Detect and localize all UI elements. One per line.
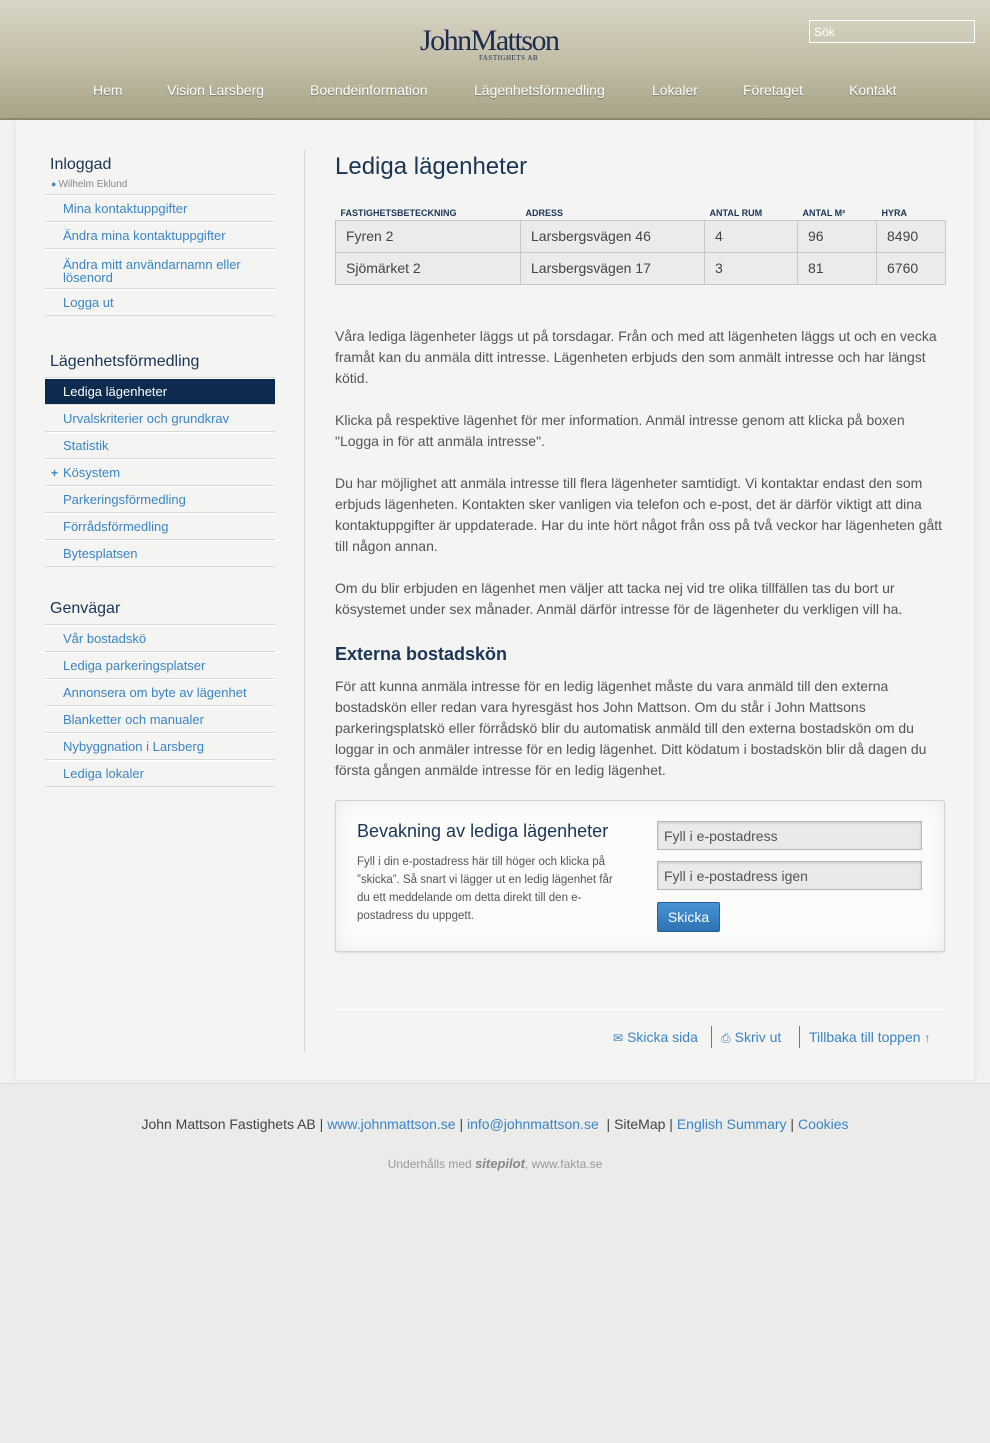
email-link[interactable]: info@johnmattson.se bbox=[467, 1116, 599, 1132]
expand-plus-icon[interactable]: + bbox=[51, 460, 58, 486]
sidebar-item-lediga-lagenheter[interactable]: Lediga lägenheter bbox=[45, 378, 275, 405]
send-page-label: Skicka sida bbox=[627, 1029, 698, 1045]
sidebar-item-urvalskriterier[interactable]: Urvalskriterier och grundkrav bbox=[45, 405, 275, 432]
sitemap-link[interactable]: SiteMap bbox=[614, 1116, 665, 1132]
website-link[interactable]: www.johnmattson.se bbox=[327, 1116, 455, 1132]
account-menu: Mina kontaktuppgifter Ändra mina kontakt… bbox=[45, 194, 275, 316]
nav-item-kontakt[interactable]: Kontakt bbox=[849, 82, 896, 98]
nav-item-lokaler[interactable]: Lokaler bbox=[652, 82, 698, 98]
sidebar-item-bytesplatsen[interactable]: Bytesplatsen bbox=[45, 540, 275, 567]
submit-button[interactable]: Skicka bbox=[657, 902, 720, 932]
print-link[interactable]: ⎙ Skriv ut bbox=[721, 1029, 781, 1046]
table-cell[interactable]: 96 bbox=[797, 219, 877, 253]
sidebar-item-kosystem[interactable]: + Kösystem bbox=[45, 459, 275, 486]
table-row[interactable]: Sjömärket 2 Larsbergsvägen 17 3 81 6760 bbox=[335, 251, 946, 285]
send-page-link[interactable]: ✉ Skicka sida bbox=[613, 1029, 698, 1045]
cookies-link[interactable]: Cookies bbox=[798, 1116, 849, 1132]
table-cell[interactable]: 81 bbox=[797, 251, 877, 285]
decline-paragraph: Om du blir erbjuden en lägenhet men välj… bbox=[335, 580, 903, 617]
back-to-top-link[interactable]: Tillbaka till toppen ↑ bbox=[809, 1029, 931, 1045]
column-header: Antal rum bbox=[709, 207, 763, 218]
table-row[interactable]: Fyren 2 Larsbergsvägen 46 4 96 8490 bbox=[335, 219, 946, 253]
envelope-icon: ✉ bbox=[613, 1031, 624, 1045]
site-footer: John Mattson Fastighets AB | www.johnmat… bbox=[0, 1083, 990, 1443]
column-header: Hyra bbox=[881, 207, 908, 218]
intro-paragraph: Våra lediga lägenheter läggs ut på torsd… bbox=[335, 328, 937, 386]
footer-links: John Mattson Fastighets AB | www.johnmat… bbox=[141, 1116, 849, 1132]
instruction-paragraph: Klicka på respektive lägenhet för mer in… bbox=[335, 412, 905, 449]
main-navigation: Hem Vision Larsberg Boendeinformation Lä… bbox=[0, 82, 990, 100]
watch-form: Bevakning av lediga lägenheter Fyll i di… bbox=[335, 800, 945, 952]
sidebar-item-andra-kontaktuppgifter[interactable]: Ändra mina kontaktuppgifter bbox=[45, 222, 275, 249]
section-menu: Lediga lägenheter Urvalskriterier och gr… bbox=[45, 377, 275, 567]
sidebar-item-andra-anvandarnamn[interactable]: Ändra mitt användarnamn eller lösenord bbox=[45, 249, 275, 289]
table-cell[interactable]: 4 bbox=[704, 219, 798, 253]
column-header: Fastighetsbeteckning bbox=[340, 207, 457, 218]
table-cell[interactable]: 6760 bbox=[876, 251, 946, 285]
search-input[interactable] bbox=[809, 20, 975, 43]
nav-item-lagenhetsformedling[interactable]: Lägenhetsförmedling bbox=[474, 82, 605, 98]
nav-item-hem[interactable]: Hem bbox=[93, 82, 123, 98]
table-cell[interactable]: Larsbergsvägen 17 bbox=[520, 251, 705, 285]
page-title: Lediga lägenheter bbox=[335, 153, 528, 180]
sidebar-item-forradsformedling[interactable]: Förrådsförmedling bbox=[45, 513, 275, 540]
shortcuts-heading: Genvägar bbox=[50, 600, 121, 617]
site-header: JohnMattson FASTIGHETS AB Hem Vision Lar… bbox=[0, 0, 990, 120]
sidebar-item-parkeringsformedling[interactable]: Parkeringsförmedling bbox=[45, 486, 275, 513]
sidebar-item-logga-ut[interactable]: Logga ut bbox=[45, 289, 275, 316]
sitepilot-logo[interactable]: sitepilot bbox=[475, 1156, 525, 1171]
credit-suffix[interactable]: , www.fakta.se bbox=[525, 1157, 602, 1171]
external-queue-paragraph: För att kunna anmäla intresse för en led… bbox=[335, 678, 927, 778]
logo-name: JohnMattson bbox=[420, 24, 560, 57]
nav-item-boendeinformation[interactable]: Boendeinformation bbox=[310, 82, 428, 98]
logo-subtitle: FASTIGHETS AB bbox=[479, 54, 539, 62]
sidebar-item-label: Kösystem bbox=[63, 465, 121, 480]
table-cell[interactable]: Sjömärket 2 bbox=[335, 251, 521, 285]
sidebar-item-statistik[interactable]: Statistik bbox=[45, 432, 275, 459]
apartments-table: Fastighetsbeteckning Adress Antal rum An… bbox=[335, 206, 946, 285]
sidebar-item-mina-kontaktuppgifter[interactable]: Mina kontaktuppgifter bbox=[45, 195, 275, 222]
nav-item-vision-larsberg[interactable]: Vision Larsberg bbox=[167, 82, 264, 98]
tool-separator bbox=[799, 1026, 800, 1048]
user-icon: ● bbox=[51, 179, 57, 189]
back-to-top-label: Tillbaka till toppen bbox=[809, 1029, 921, 1045]
user-name: Wilhelm Eklund bbox=[58, 179, 128, 190]
company-name: John Mattson Fastighets AB bbox=[141, 1116, 316, 1132]
section-heading: Lägenhetsförmedling bbox=[50, 353, 200, 370]
contact-paragraph: Du har möjlighet att anmäla intresse til… bbox=[335, 475, 943, 554]
watch-title: Bevakning av lediga lägenheter bbox=[357, 821, 609, 841]
print-label: Skriv ut bbox=[734, 1029, 782, 1045]
table-cell[interactable]: 3 bbox=[704, 251, 798, 285]
email-field[interactable] bbox=[657, 821, 922, 850]
tool-separator bbox=[711, 1026, 712, 1048]
shortcut-item-lediga-lokaler[interactable]: Lediga lokaler bbox=[45, 760, 275, 787]
shortcut-item-nybyggnation[interactable]: Nybyggnation i Larsberg bbox=[45, 733, 275, 760]
user-label: ● Wilhelm Eklund bbox=[51, 179, 127, 190]
page-tools: ✉ Skicka sida ⎙ Skriv ut Tillbaka till top… bbox=[613, 1026, 945, 1048]
table-cell[interactable]: 8490 bbox=[876, 219, 946, 253]
footer-credit: Underhålls med sitepilot, www.fakta.se bbox=[0, 1156, 990, 1171]
table-cell[interactable]: Fyren 2 bbox=[335, 219, 521, 253]
shortcut-item-parkeringsplatser[interactable]: Lediga parkeringsplatser bbox=[45, 652, 275, 679]
table-cell[interactable]: Larsbergsvägen 46 bbox=[520, 219, 705, 253]
content-divider bbox=[335, 1009, 945, 1010]
shortcut-item-blanketter[interactable]: Blanketter och manualer bbox=[45, 706, 275, 733]
column-header: Antal m² bbox=[802, 207, 846, 218]
company-logo[interactable]: JohnMattson FASTIGHETS AB bbox=[420, 26, 580, 66]
sidebar-divider bbox=[304, 150, 305, 1052]
printer-icon: ⎙ bbox=[721, 1031, 731, 1045]
table-header-row: Fastighetsbeteckning Adress Antal rum An… bbox=[336, 206, 946, 220]
logged-in-heading: Inloggad bbox=[50, 156, 112, 173]
english-summary-link[interactable]: English Summary bbox=[677, 1116, 787, 1132]
shortcut-item-bostadsko[interactable]: Vår bostadskö bbox=[45, 625, 275, 652]
watch-description: Fyll i din e-postadress här till höger o… bbox=[357, 856, 613, 922]
column-header: Adress bbox=[525, 207, 564, 218]
external-queue-heading: Externa bostadskön bbox=[335, 644, 508, 664]
credit-prefix: Underhålls med bbox=[387, 1157, 472, 1171]
arrow-up-icon: ↑ bbox=[924, 1031, 931, 1045]
nav-item-foretaget[interactable]: Företaget bbox=[743, 82, 803, 98]
shortcuts-menu: Vår bostadskö Lediga parkeringsplatser A… bbox=[45, 624, 275, 787]
shortcut-item-annonsera-byte[interactable]: Annonsera om byte av lägenhet bbox=[45, 679, 275, 706]
email-confirm-field[interactable] bbox=[657, 861, 922, 890]
